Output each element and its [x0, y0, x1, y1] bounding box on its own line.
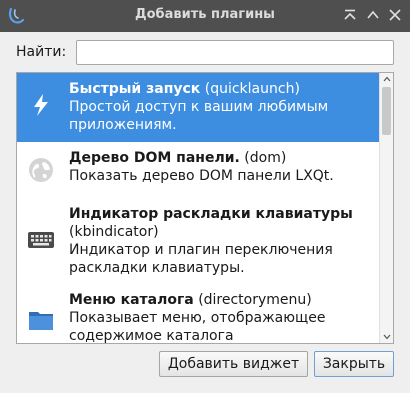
folder-icon	[29, 312, 53, 330]
scroll-up-button[interactable]	[380, 73, 393, 85]
chevron-up-icon	[383, 76, 391, 82]
keyboard-icon	[28, 232, 54, 248]
chevron-up-icon	[367, 10, 379, 19]
plugin-name: Меню каталога	[69, 292, 194, 308]
globe-icon	[29, 158, 53, 182]
close-button[interactable]: Закрыть	[314, 351, 394, 377]
plugin-item-dom[interactable]: Дерево DOM панели. (dom) Показать дерево…	[17, 142, 379, 198]
search-input[interactable]	[76, 40, 394, 65]
plugin-list[interactable]: Быстрый запуск (quicklaunch) Простой дос…	[16, 72, 394, 344]
maximize-button[interactable]	[363, 5, 383, 25]
plugin-description: Показывает меню, отображающее содержимое…	[69, 310, 326, 344]
plugin-item-directorymenu[interactable]: Меню каталога (directorymenu) Показывает…	[17, 284, 379, 344]
shade-button[interactable]	[340, 5, 360, 25]
close-icon	[389, 9, 401, 21]
close-window-button[interactable]	[385, 5, 405, 25]
chevron-down-icon	[383, 334, 391, 340]
plugin-description: Простой доступ к вашим любимым приложени…	[69, 99, 329, 133]
plugin-item-kbindicator[interactable]: Индикатор раскладки клавиатуры (kbindica…	[17, 198, 379, 284]
plugin-id: (dom)	[244, 150, 287, 166]
scroll-down-button[interactable]	[380, 331, 393, 343]
plugin-description: Показать дерево DOM панели LXQt.	[69, 168, 334, 184]
plugin-name: Дерево DOM панели.	[69, 150, 240, 166]
scroll-thumb[interactable]	[382, 87, 391, 135]
plugin-name: Быстрый запуск	[69, 81, 201, 97]
list-scrollbar[interactable]	[379, 73, 393, 343]
shade-icon	[344, 9, 356, 20]
search-label: Найти:	[16, 44, 67, 60]
plugin-id: (directorymenu)	[198, 292, 312, 308]
plugin-id: (kbindicator)	[69, 224, 159, 240]
lightning-icon	[34, 94, 48, 116]
add-widget-button[interactable]: Добавить виджет	[159, 351, 308, 377]
plugin-description: Индикатор и плагин переключения раскладк…	[69, 242, 333, 276]
title-bar: Добавить плагины	[0, 0, 410, 32]
plugin-name: Индикатор раскладки клавиатуры	[69, 206, 353, 222]
plugin-item-quicklaunch[interactable]: Быстрый запуск (quicklaunch) Простой дос…	[17, 73, 379, 142]
plugin-id: (quicklaunch)	[204, 81, 300, 97]
